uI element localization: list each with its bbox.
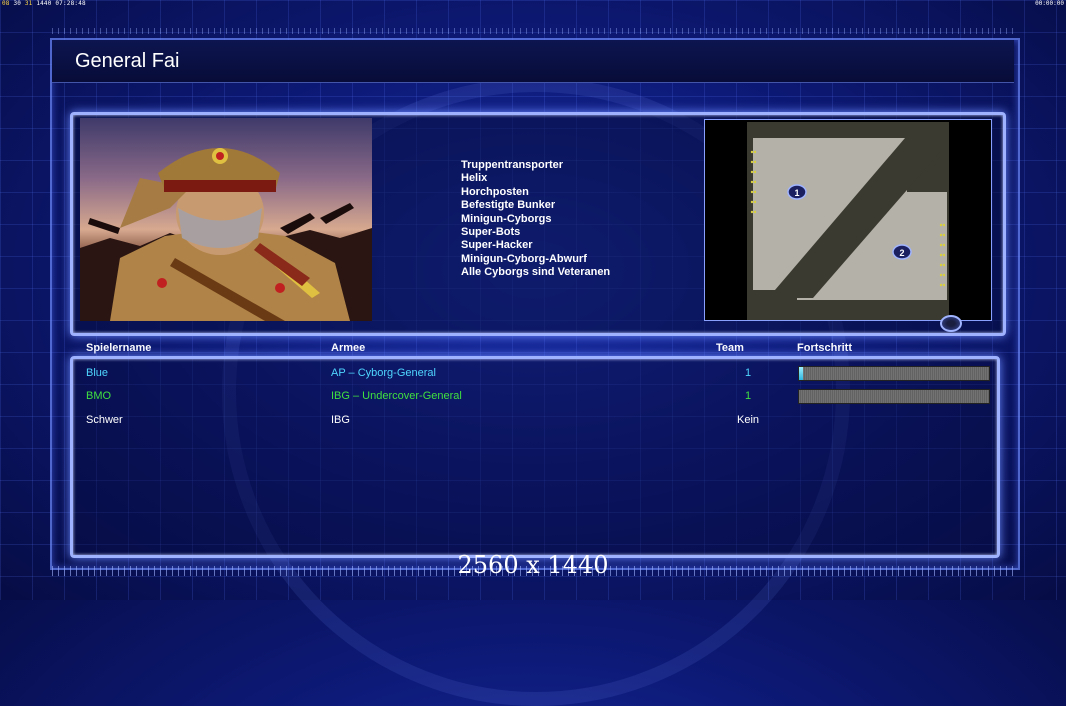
player-team: Kein bbox=[737, 414, 760, 426]
progress-bar bbox=[798, 366, 990, 381]
player-army: AP – Cyborg-General bbox=[331, 367, 436, 379]
player-team: 1 bbox=[745, 390, 752, 402]
hud-top-right: 00:00:00 bbox=[1035, 0, 1064, 7]
player-team: 1 bbox=[745, 367, 752, 379]
start-position-marker-2: 2 bbox=[892, 244, 912, 260]
player-army: IBG bbox=[331, 414, 350, 426]
svg-text:1: 1 bbox=[794, 188, 799, 198]
bonus-item: Minigun-Cyborgs bbox=[461, 212, 552, 225]
title-bar bbox=[52, 40, 1014, 83]
map-preview[interactable]: 1 2 bbox=[704, 119, 992, 321]
player-army: IBG – Undercover-General bbox=[331, 390, 462, 402]
column-header-progress: Fortschritt bbox=[797, 342, 852, 354]
bonus-item: Truppentransporter bbox=[461, 159, 564, 171]
bonus-item: Befestigte Bunker bbox=[461, 199, 556, 212]
general-bonus-list: Truppentransporter Helix Horchposten Bef… bbox=[461, 159, 610, 280]
bonus-item: Helix bbox=[461, 172, 488, 185]
column-header-team: Team bbox=[716, 342, 744, 354]
start-position-marker-1: 1 bbox=[787, 184, 807, 200]
player-list-panel bbox=[70, 356, 1000, 558]
hud-top-left: 08 30 31 1440 07:28:48 bbox=[2, 0, 86, 7]
bonus-item: Super-Hacker bbox=[461, 239, 533, 252]
map-toggle-button[interactable] bbox=[940, 315, 962, 332]
general-title: General Fai bbox=[75, 50, 180, 72]
bonus-item: Horchposten bbox=[461, 185, 529, 198]
bonus-item: Alle Cyborgs sind Veteranen bbox=[461, 266, 611, 279]
bonus-item: Super-Bots bbox=[461, 226, 521, 239]
progress-fill bbox=[799, 367, 803, 380]
player-name: BMO bbox=[86, 390, 112, 402]
bonus-item: Minigun-Cyborg-Abwurf bbox=[461, 252, 587, 265]
player-name: Blue bbox=[86, 367, 109, 379]
player-name: Schwer bbox=[86, 414, 123, 426]
general-portrait bbox=[80, 118, 372, 321]
column-header-player: Spielername bbox=[86, 342, 152, 354]
resolution-label: 2560 x 1440 bbox=[457, 551, 609, 579]
progress-bar bbox=[798, 389, 990, 404]
svg-text:2: 2 bbox=[899, 248, 904, 258]
column-header-army: Armee bbox=[331, 342, 366, 354]
top-ruler bbox=[52, 28, 1014, 34]
